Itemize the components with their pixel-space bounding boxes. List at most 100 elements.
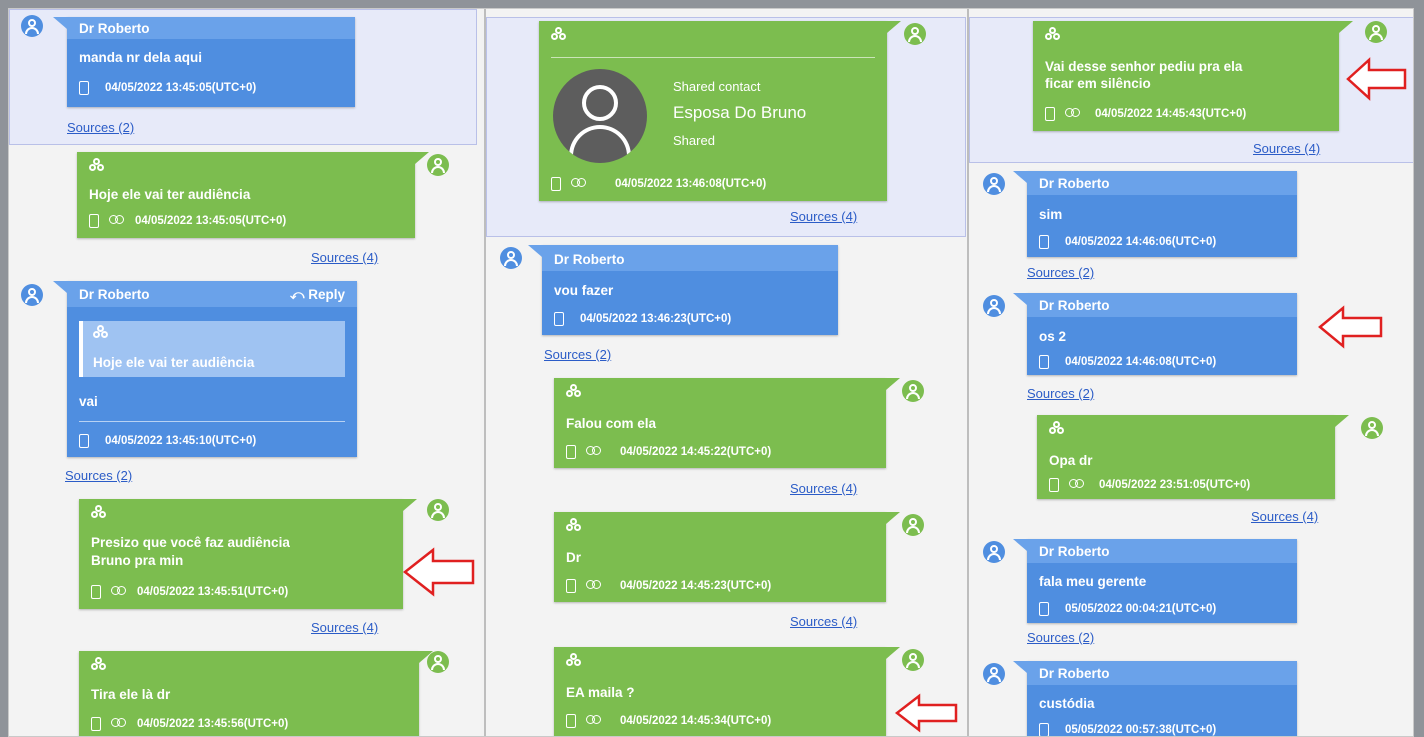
message-bubble[interactable]: Dr Roberto vou fazer 04/05/2022 13:46:23…: [528, 245, 838, 335]
message-bubble[interactable]: Dr Roberto ⤺ Reply Hoje ele vai ter audi…: [53, 281, 357, 457]
message-text-line-1: Presizo que você faz audiência: [91, 535, 290, 550]
message-bubble[interactable]: Dr Roberto custódia 05/05/2022 00:57:38(…: [1013, 661, 1297, 736]
sources-link[interactable]: Sources (2): [1027, 265, 1094, 280]
bubble-tail: [886, 512, 900, 524]
sources-link[interactable]: Sources (4): [790, 481, 857, 496]
message-meta: 04/05/2022 14:46:08(UTC+0): [1039, 355, 1216, 369]
sources-link[interactable]: Sources (4): [1251, 509, 1318, 524]
quoted-text: Hoje ele vai ter audiência: [93, 355, 255, 370]
bubble-tail: [887, 21, 901, 33]
timestamp: 04/05/2022 13:45:05(UTC+0): [135, 215, 287, 227]
message-text: Falou com ela: [566, 416, 657, 431]
group-icon: [586, 446, 602, 458]
message-meta: 04/05/2022 13:46:08(UTC+0): [551, 177, 766, 191]
red-arrow-annotation: [1318, 305, 1383, 349]
sources-link[interactable]: Sources (2): [1027, 630, 1094, 645]
shared-contact-bubble[interactable]: Shared contact Esposa Do Bruno Shared 04…: [539, 21, 901, 201]
message-bubble[interactable]: Presizo que você faz audiência Bruno pra…: [79, 499, 417, 609]
message-text: vai: [79, 394, 98, 409]
phone-icon: [554, 312, 564, 326]
message-meta: 05/05/2022 00:57:38(UTC+0): [1039, 723, 1216, 736]
timestamp: 04/05/2022 13:46:08(UTC+0): [615, 178, 767, 190]
bot-icon: [551, 27, 567, 44]
timestamp: 04/05/2022 14:45:23(UTC+0): [620, 580, 772, 592]
message-text: vou fazer: [554, 283, 614, 298]
message-bubble[interactable]: Falou com ela 04/05/2022 14:45:22(UTC+0): [554, 378, 900, 468]
bubble-tail: [53, 281, 67, 293]
bubble-tail: [528, 245, 542, 257]
quoted-message[interactable]: Hoje ele vai ter audiência: [79, 321, 345, 377]
timestamp: 04/05/2022 13:45:51(UTC+0): [137, 586, 289, 598]
message-meta: 04/05/2022 13:45:05(UTC+0): [89, 214, 286, 228]
message-meta: 04/05/2022 13:45:51(UTC+0): [91, 585, 288, 599]
message-text: Dr: [566, 550, 582, 565]
bubble-tail: [53, 17, 67, 29]
avatar-icon: [500, 247, 522, 269]
shared-status: Shared: [673, 133, 715, 148]
sources-link[interactable]: Sources (2): [65, 468, 132, 483]
message-text: fala meu gerente: [1039, 574, 1147, 589]
timestamp: 04/05/2022 14:45:43(UTC+0): [1095, 108, 1247, 120]
sources-link[interactable]: Sources (4): [311, 250, 378, 265]
sources-link[interactable]: Sources (2): [544, 347, 611, 362]
timestamp: 04/05/2022 13:45:05(UTC+0): [105, 82, 257, 94]
phone-icon: [79, 434, 89, 448]
phone-icon: [566, 445, 576, 459]
avatar-icon: [1361, 417, 1383, 439]
chat-column-1: Dr Roberto manda nr dela aqui 04/05/2022…: [9, 9, 481, 736]
sender-name: Dr Roberto: [1039, 666, 1110, 681]
avatar-icon: [983, 295, 1005, 317]
group-icon: [1065, 108, 1081, 120]
phone-icon: [1049, 478, 1059, 492]
phone-icon: [1039, 602, 1049, 616]
reply-icon: ⤺: [290, 287, 305, 302]
reply-label: Reply: [308, 287, 345, 302]
bot-icon: [91, 505, 107, 522]
sources-link[interactable]: Sources (4): [790, 209, 857, 224]
timestamp: 04/05/2022 13:45:56(UTC+0): [137, 718, 289, 730]
timestamp: 04/05/2022 14:46:08(UTC+0): [1065, 356, 1217, 368]
group-icon: [109, 215, 125, 227]
sources-link[interactable]: Sources (4): [1253, 141, 1320, 156]
message-bubble[interactable]: Hoje ele vai ter audiência 04/05/2022 13…: [77, 152, 429, 238]
bot-icon: [566, 384, 582, 401]
reply-button[interactable]: ⤺ Reply: [290, 287, 345, 303]
message-bubble[interactable]: Dr Roberto os 2 04/05/2022 14:46:08(UTC+…: [1013, 293, 1297, 375]
avatar-icon: [904, 23, 926, 45]
phone-icon: [79, 81, 89, 95]
message-meta: 04/05/2022 23:51:05(UTC+0): [1049, 478, 1250, 492]
sources-link[interactable]: Sources (4): [311, 620, 378, 635]
message-bubble[interactable]: Tira ele là dr 04/05/2022 13:45:56(UTC+0…: [79, 651, 433, 736]
message-text: Hoje ele vai ter audiência: [89, 187, 251, 202]
chat-column-3: Vai desse senhor pediu pra ela ficar em …: [967, 9, 1413, 736]
message-bubble[interactable]: Dr 04/05/2022 14:45:23(UTC+0): [554, 512, 900, 602]
sources-link[interactable]: Sources (2): [67, 120, 134, 135]
message-bubble[interactable]: Opa dr 04/05/2022 23:51:05(UTC+0): [1037, 415, 1349, 499]
bubble-tail: [1013, 171, 1027, 183]
message-text: sim: [1039, 207, 1063, 222]
message-meta: 04/05/2022 13:45:05(UTC+0): [79, 81, 256, 95]
message-bubble[interactable]: Dr Roberto fala meu gerente 05/05/2022 0…: [1013, 539, 1297, 623]
timestamp: 04/05/2022 14:45:34(UTC+0): [620, 715, 772, 727]
phone-icon: [551, 177, 561, 191]
bot-icon: [1049, 421, 1065, 438]
message-bubble[interactable]: Dr Roberto manda nr dela aqui 04/05/2022…: [53, 17, 355, 107]
phone-icon: [1039, 235, 1049, 249]
sources-link[interactable]: Sources (4): [790, 614, 857, 629]
sources-link[interactable]: Sources (2): [1027, 386, 1094, 401]
avatar-icon: [983, 541, 1005, 563]
group-icon: [586, 715, 602, 727]
bubble-tail: [886, 647, 900, 659]
message-bubble[interactable]: Vai desse senhor pediu pra ela ficar em …: [1033, 21, 1353, 131]
message-text: EA maila ?: [566, 685, 635, 700]
message-text-line-2: Bruno pra min: [91, 553, 184, 568]
message-text: Tira ele là dr: [91, 687, 171, 702]
message-bubble[interactable]: EA maila ? 04/05/2022 14:45:34(UTC+0): [554, 647, 900, 736]
message-bubble[interactable]: Dr Roberto sim 04/05/2022 14:46:06(UTC+0…: [1013, 171, 1297, 257]
contact-name: Esposa Do Bruno: [673, 103, 807, 122]
timestamp: 05/05/2022 00:57:38(UTC+0): [1065, 724, 1217, 736]
sender-name: Dr Roberto: [79, 21, 150, 36]
red-arrow-annotation: [894, 693, 958, 733]
avatar-icon: [427, 499, 449, 521]
message-text-line-2: ficar em silêncio: [1045, 76, 1151, 91]
